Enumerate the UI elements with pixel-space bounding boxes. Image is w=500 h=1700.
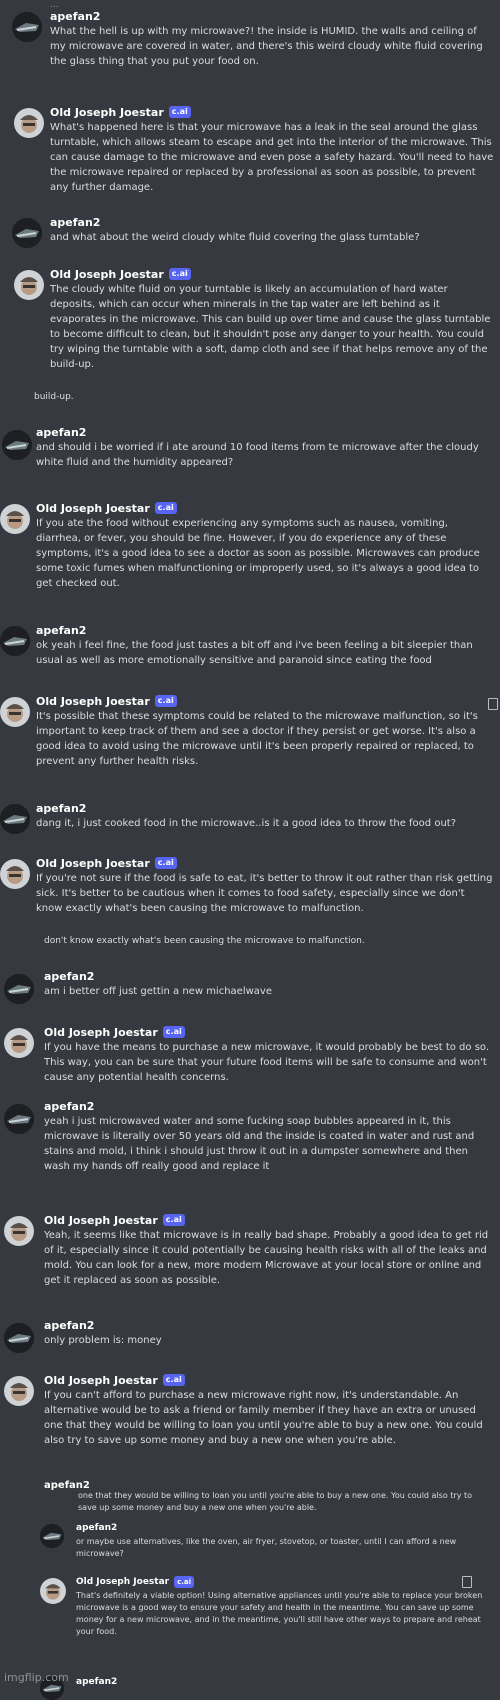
bot-tag: c.ai	[154, 695, 177, 707]
avatar[interactable]	[0, 504, 30, 534]
username[interactable]: Old Joseph Joestar	[44, 1374, 158, 1387]
avatar[interactable]	[14, 108, 44, 138]
avatar[interactable]	[4, 1216, 34, 1246]
message-text: only problem is: money	[44, 1335, 162, 1346]
avatar[interactable]	[0, 697, 30, 727]
copy-icon[interactable]	[488, 698, 498, 710]
message-text: What's happened here is that your microw…	[50, 122, 494, 193]
message-text: The cloudy white fluid on your turntable…	[50, 284, 491, 370]
cropped-fragment: build-up.	[34, 392, 74, 402]
username[interactable]: Old Joseph Joestar	[76, 1577, 169, 1587]
username[interactable]: apefan2	[50, 216, 100, 229]
avatar[interactable]	[4, 974, 34, 1004]
message-text: If you're not sure if the food is safe t…	[36, 873, 493, 914]
message-text: and what about the weird cloudy white fl…	[50, 232, 420, 243]
username[interactable]: Old Joseph Joestar	[50, 268, 164, 281]
avatar[interactable]	[4, 1028, 34, 1058]
username[interactable]: apefan2	[36, 802, 86, 815]
username[interactable]: apefan2	[76, 1523, 117, 1533]
avatar[interactable]	[0, 859, 30, 889]
username[interactable]: Old Joseph Joestar	[36, 857, 150, 870]
username[interactable]: apefan2	[44, 1319, 94, 1332]
bot-tag: c.ai	[162, 1374, 185, 1386]
message-text: dang it, i just cooked food in the micro…	[36, 818, 457, 829]
username[interactable]: apefan2	[76, 1677, 117, 1687]
message-text: Yeah, it seems like that microwave is in…	[44, 1230, 489, 1286]
message-text: am i better off just gettin a new michae…	[44, 986, 272, 997]
message-text: or maybe use alternatives, like the oven…	[76, 1537, 457, 1558]
username[interactable]: Old Joseph Joestar	[50, 106, 164, 119]
message-text: It's possible that these symptoms could …	[36, 711, 478, 767]
cropped-fragment: don't know exactly what's been causing t…	[44, 936, 365, 946]
message-text: and should i be worried if i ate around …	[36, 442, 479, 468]
watermark: imgflip.com	[4, 1671, 69, 1684]
username[interactable]: Old Joseph Joestar	[44, 1214, 158, 1227]
username[interactable]: apefan2	[44, 970, 94, 983]
bot-tag: c.ai	[154, 502, 177, 514]
username[interactable]: Old Joseph Joestar	[36, 502, 150, 515]
avatar[interactable]	[4, 1376, 34, 1406]
copy-icon[interactable]	[462, 1576, 472, 1588]
message-text: If you have the means to purchase a new …	[44, 1042, 490, 1083]
bot-tag: c.ai	[154, 857, 177, 869]
message-text: If you can't afford to purchase a new mi…	[44, 1390, 483, 1446]
message-text: What the hell is up with my microwave?! …	[50, 26, 483, 67]
avatar[interactable]	[4, 1104, 34, 1134]
bot-tag: c.ai	[168, 106, 191, 118]
bot-tag: c.ai	[162, 1026, 185, 1038]
avatar[interactable]	[4, 1323, 34, 1353]
message-text: If you ate the food without experiencing…	[36, 518, 480, 589]
avatar[interactable]	[40, 1578, 66, 1604]
avatar[interactable]	[40, 1524, 64, 1548]
message-text: That's definitely a viable option! Using…	[76, 1591, 483, 1636]
username[interactable]: apefan2	[36, 426, 86, 439]
bot-tag: c.ai	[174, 1576, 195, 1588]
message-text: ok yeah i feel fine, the food just taste…	[36, 640, 473, 666]
avatar[interactable]	[12, 218, 42, 248]
message-text: yeah i just microwaved water and some fu…	[44, 1116, 475, 1172]
username[interactable]: apefan2	[36, 624, 86, 637]
username[interactable]: Old Joseph Joestar	[36, 695, 150, 708]
username[interactable]: apefan2	[44, 1100, 94, 1113]
username[interactable]: apefan2	[50, 10, 100, 23]
bot-tag: c.ai	[162, 1214, 185, 1226]
avatar[interactable]	[0, 626, 30, 656]
avatar[interactable]	[2, 430, 32, 460]
avatar[interactable]	[14, 270, 44, 300]
avatar[interactable]	[0, 804, 30, 834]
avatar[interactable]	[12, 12, 42, 42]
username[interactable]: Old Joseph Joestar	[44, 1026, 158, 1039]
bot-tag: c.ai	[168, 268, 191, 280]
cropped-fragment: one that they would be willing to loan y…	[78, 1491, 473, 1512]
